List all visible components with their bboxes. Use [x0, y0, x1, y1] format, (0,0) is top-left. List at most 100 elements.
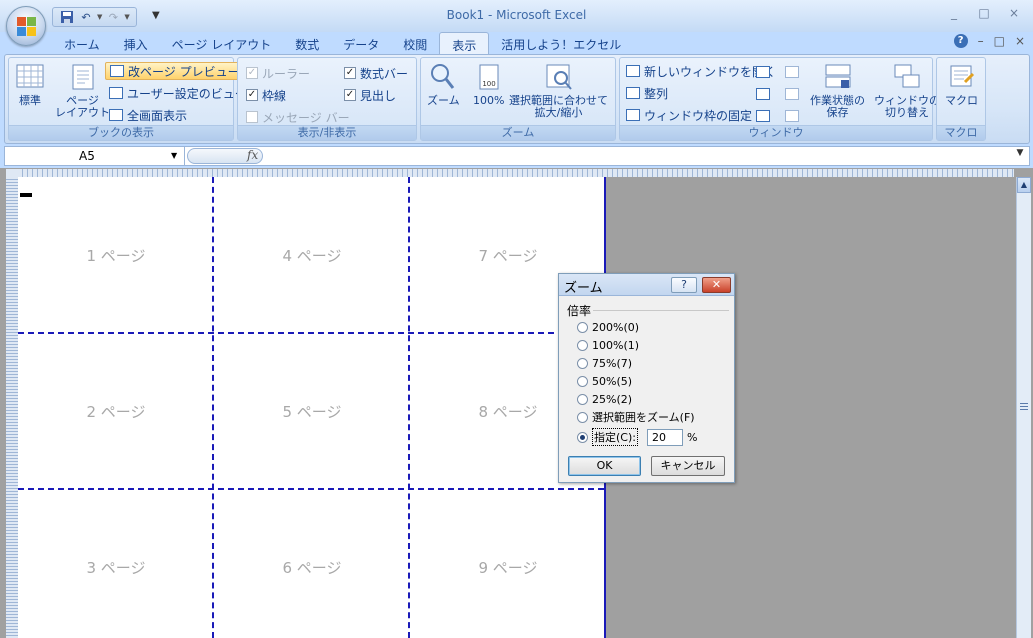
switch-windows-icon: [894, 64, 920, 88]
tab-view[interactable]: 表示: [439, 32, 490, 54]
page-break-preview-button[interactable]: 改ページ プレビュー: [105, 62, 245, 80]
office-button[interactable]: [6, 6, 46, 46]
formula-bar-checkbox[interactable]: ✓ 数式バー: [344, 64, 408, 82]
custom-views-button[interactable]: ユーザー設定のビュー: [109, 84, 247, 102]
new-window-icon: [626, 65, 640, 77]
message-bar-checkbox[interactable]: メッセージ バー: [246, 108, 350, 126]
cancel-button[interactable]: キャンセル: [651, 456, 725, 476]
normal-view-button[interactable]: 標準: [15, 62, 45, 107]
svg-text:100: 100: [482, 80, 495, 88]
minimize-button[interactable]: _: [939, 6, 969, 20]
page-label: 4 ページ: [282, 247, 342, 265]
expand-formula-bar-icon[interactable]: ▼: [1013, 148, 1027, 164]
magnification-group-label: 倍率: [567, 304, 592, 318]
radio-75[interactable]: 75%(7): [577, 355, 632, 371]
zoom-button[interactable]: ズーム: [427, 62, 460, 107]
gridlines-checkbox[interactable]: ✓ 枠線: [246, 86, 286, 104]
save-workspace-button[interactable]: 作業状態の 保存: [810, 62, 865, 119]
page-layout-icon: [72, 64, 93, 90]
ruler-checkbox[interactable]: ✓ ルーラー: [246, 64, 310, 82]
tab-excel-tips[interactable]: 活用しよう！エクセル: [489, 32, 633, 54]
unhide-window-icon[interactable]: [756, 110, 770, 122]
horizontal-page-break[interactable]: [18, 332, 604, 334]
normal-view-icon: [16, 64, 44, 88]
tab-data[interactable]: データ: [331, 32, 391, 54]
ribbon-minimize-button[interactable]: –: [978, 34, 984, 48]
name-box-dropdown-icon[interactable]: ▼: [171, 147, 177, 165]
radio-200[interactable]: 200%(0): [577, 319, 639, 335]
freeze-panes-button[interactable]: ウィンドウ枠の固定 ▼: [626, 106, 761, 124]
group-label-macro: マクロ: [937, 125, 985, 140]
ribbon-tabs: ホーム 挿入 ページ レイアウト 数式 データ 校閲 表示 活用しよう！エクセル: [52, 32, 633, 54]
page-layout-view-button[interactable]: ページ レイアウト: [55, 62, 110, 119]
close-button[interactable]: ×: [999, 6, 1029, 20]
macros-button[interactable]: マクロ: [945, 62, 978, 107]
arrange-all-button[interactable]: 整列: [626, 84, 668, 102]
row-headers[interactable]: [6, 177, 18, 638]
dialog-title: ズーム: [564, 281, 603, 296]
name-box[interactable]: A5: [7, 147, 185, 165]
group-macro: マクロ マクロ: [936, 57, 986, 141]
active-cell-a5[interactable]: [20, 193, 32, 197]
page-label: 1 ページ: [86, 247, 146, 265]
switch-windows-button[interactable]: ウィンドウの 切り替え: [874, 62, 940, 119]
group-label-window: ウィンドウ: [620, 125, 932, 140]
custom-zoom-input[interactable]: 20: [647, 429, 683, 446]
help-icon[interactable]: ?: [953, 34, 968, 48]
split-icon[interactable]: [756, 66, 770, 78]
ruler-check-icon: ✓: [246, 67, 258, 79]
radio-25[interactable]: 25%(2): [577, 391, 632, 407]
zoom-to-selection-button[interactable]: 選択範囲に合わせて 拡大/縮小: [509, 62, 608, 119]
ribbon-close-button[interactable]: ×: [1015, 34, 1025, 48]
radio-75-indicator: [577, 357, 588, 369]
insert-function-icon[interactable]: fx: [247, 148, 258, 162]
synchronous-scroll-icon[interactable]: [785, 88, 799, 100]
page-label: 3 ページ: [86, 559, 146, 577]
reset-window-position-icon[interactable]: [785, 110, 799, 122]
select-all-corner[interactable]: [6, 169, 18, 177]
ribbon-window-controls: ? – □ ×: [953, 34, 1025, 48]
zoom-100-button[interactable]: 100 100%: [473, 62, 504, 107]
headings-checkbox[interactable]: ✓ 見出し: [344, 86, 396, 104]
page-break-preview-area[interactable]: 1 ページ 4 ページ 7 ページ 2 ページ 5 ページ 8 ページ 3 ペー…: [18, 177, 606, 638]
dialog-close-button[interactable]: ✕: [702, 277, 731, 293]
headings-check-icon: ✓: [344, 89, 356, 101]
new-window-button[interactable]: 新しいウィンドウを開く: [626, 62, 776, 80]
dialog-help-button[interactable]: ?: [671, 277, 697, 293]
vertical-scrollbar[interactable]: ▲: [1016, 177, 1031, 638]
tab-home[interactable]: ホーム: [52, 32, 112, 54]
radio-fit-selection[interactable]: 選択範囲をズーム(F): [577, 409, 695, 425]
title-bar: ↶ ▼ ↷ ▼ ▼ Book1 - Microsoft Excel _ □ ×: [0, 0, 1033, 32]
column-headers[interactable]: [18, 169, 1014, 177]
message-bar-check-icon: [246, 111, 258, 123]
ribbon-restore-button[interactable]: □: [994, 34, 1005, 48]
window-title: Book1 - Microsoft Excel: [446, 8, 587, 22]
page-label: 9 ページ: [478, 559, 538, 577]
magnifier-icon: [431, 64, 455, 89]
page-label: 7 ページ: [478, 247, 538, 265]
radio-custom[interactable]: 指定(C):: [577, 428, 638, 446]
custom-views-icon: [109, 87, 123, 99]
tab-page-layout[interactable]: ページ レイアウト: [160, 32, 284, 54]
radio-50[interactable]: 50%(5): [577, 373, 632, 389]
formula-bar: A5 ▼ fx ▼: [4, 146, 1030, 166]
tab-insert[interactable]: 挿入: [112, 32, 160, 54]
hide-window-icon[interactable]: [756, 88, 770, 100]
save-workspace-icon: [825, 64, 850, 88]
full-screen-icon: [109, 109, 123, 121]
horizontal-page-break[interactable]: [18, 488, 604, 490]
full-screen-button[interactable]: 全画面表示: [109, 106, 187, 124]
tab-review[interactable]: 校閲: [391, 32, 439, 54]
ok-button[interactable]: OK: [568, 456, 641, 476]
radio-50-indicator: [577, 375, 588, 387]
radio-25-indicator: [577, 393, 588, 405]
dialog-title-bar[interactable]: ズーム ? ✕: [559, 274, 734, 296]
window-controls: _ □ ×: [939, 6, 1029, 20]
scroll-up-icon[interactable]: ▲: [1017, 177, 1031, 193]
maximize-button[interactable]: □: [969, 6, 999, 20]
scroll-grip-icon[interactable]: [1020, 403, 1028, 411]
radio-100[interactable]: 100%(1): [577, 337, 639, 353]
view-side-by-side-icon[interactable]: [785, 66, 799, 78]
page-label: 5 ページ: [282, 403, 342, 421]
tab-formulas[interactable]: 数式: [283, 32, 331, 54]
